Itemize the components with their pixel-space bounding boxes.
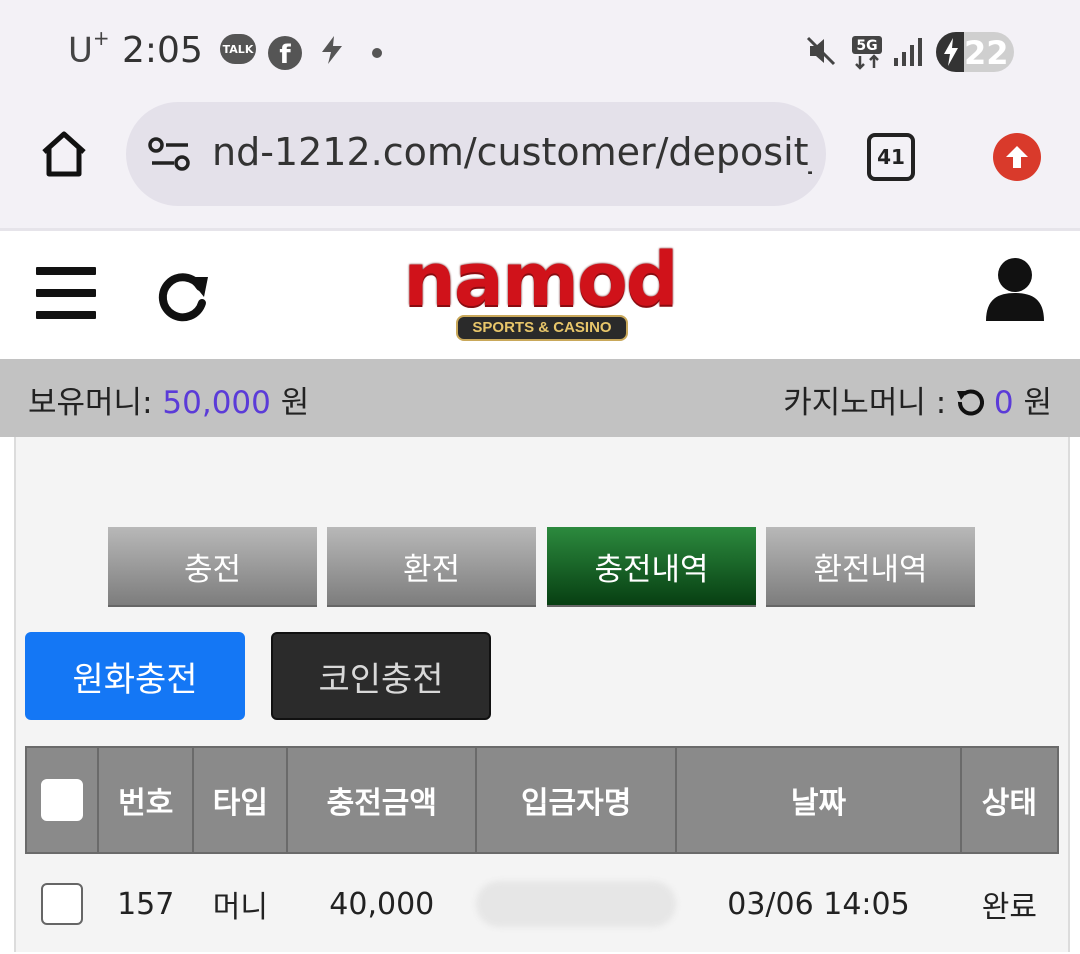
row-depositor <box>476 853 677 954</box>
coin-deposit-button[interactable]: 코인충전 <box>271 632 491 720</box>
refresh-icon[interactable] <box>156 269 212 325</box>
carrier-label: U+ <box>68 26 110 71</box>
site-logo[interactable]: namod SPORTS & CASINO <box>374 237 706 345</box>
column-header: 날짜 <box>675 746 962 854</box>
url-text[interactable]: nd-1212.com/customer/deposit_ <box>212 130 812 174</box>
update-button[interactable] <box>993 133 1041 181</box>
site-settings-icon[interactable] <box>148 136 192 172</box>
table-header-row: 번호 타입 충전금액 입금자명 날짜 상태 <box>24 746 1060 854</box>
svg-text:5G: 5G <box>856 38 877 54</box>
row-number: 157 <box>117 886 175 922</box>
deposit-history-table: 번호 타입 충전금액 입금자명 날짜 상태 157 머니 40,000 03/0… <box>24 746 1060 954</box>
row-checkbox[interactable] <box>41 883 84 925</box>
krw-deposit-button[interactable]: 원화충전 <box>25 632 245 720</box>
row-select-cell <box>26 853 98 954</box>
address-bar[interactable]: nd-1212.com/customer/deposit_ <box>126 102 826 206</box>
row-status: 완료 <box>981 890 1037 925</box>
holding-money-value: 50,000 <box>162 385 271 421</box>
user-icon[interactable] <box>984 255 1046 323</box>
tab-switcher-button[interactable]: 41 <box>867 133 915 181</box>
tab-deposit-history[interactable]: 충전내역 <box>547 527 756 607</box>
charging-icon <box>944 38 958 66</box>
select-all-cell <box>24 746 100 854</box>
lightning-icon <box>322 36 342 64</box>
logo-wordmark: namod <box>403 237 679 323</box>
mute-icon <box>806 36 836 66</box>
kakaotalk-icon: TALK <box>220 34 256 64</box>
balance-bar: 보유머니: 50,000 원 카지노머니 : 0 원 <box>0 359 1080 437</box>
tab-withdraw[interactable]: 환전 <box>327 527 536 607</box>
tab-withdraw-history[interactable]: 환전내역 <box>766 527 975 607</box>
row-date: 03/06 14:05 <box>727 886 910 922</box>
arrow-up-icon <box>1006 146 1028 168</box>
battery-percent: 22 <box>964 34 1009 72</box>
select-all-checkbox[interactable] <box>41 779 84 821</box>
column-header: 입금자명 <box>475 746 678 854</box>
status-bar: U+ 2:05 TALK f 5G 22 <box>0 0 1080 100</box>
logo-tagline: SPORTS & CASINO <box>456 315 628 341</box>
column-header: 타입 <box>192 746 289 854</box>
casino-refresh-icon[interactable] <box>956 388 985 416</box>
tab-deposit[interactable]: 충전 <box>108 527 317 607</box>
battery-indicator: 22 <box>936 32 1014 72</box>
column-header: 상태 <box>959 746 1060 854</box>
signal-icon <box>894 38 922 66</box>
facebook-icon: f <box>268 36 302 70</box>
column-header: 충전금액 <box>286 746 478 854</box>
casino-money-value: 0 <box>993 385 1014 421</box>
site-header: namod SPORTS & CASINO <box>0 231 1080 359</box>
menu-icon[interactable] <box>36 267 96 319</box>
main-content: 충전 환전 충전내역 환전내역 원화충전 코인충전 번호 타입 충전금액 입금자… <box>14 437 1070 952</box>
row-type: 머니 <box>212 890 268 925</box>
home-icon[interactable] <box>38 128 90 180</box>
casino-money: 카지노머니 : 0 원 <box>783 385 1052 421</box>
row-amount: 40,000 <box>329 886 435 922</box>
more-notifications-icon <box>372 48 382 58</box>
browser-toolbar: nd-1212.com/customer/deposit_ 41 <box>0 100 1080 231</box>
clock: 2:05 <box>122 30 203 71</box>
network-5g-icon: 5G <box>852 36 882 70</box>
redacted-depositor-name <box>476 881 677 927</box>
holding-money: 보유머니: 50,000 원 <box>28 385 310 421</box>
table-row: 157 머니 40,000 03/06 14:05 완료 <box>26 853 1058 954</box>
column-header: 번호 <box>97 746 195 854</box>
